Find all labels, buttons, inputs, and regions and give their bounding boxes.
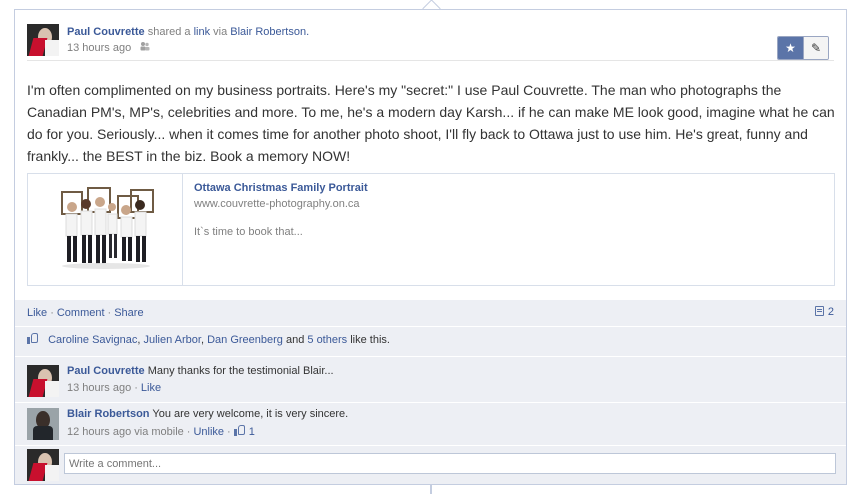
post-time-line: 13 hours ago [67, 42, 150, 54]
liker-name[interactable]: Caroline Savignac [48, 334, 137, 346]
liker-name[interactable]: Julien Arbor [143, 334, 200, 346]
viewer-avatar [27, 449, 59, 481]
link-word[interactable]: link [194, 26, 211, 38]
via-name[interactable]: Blair Robertson. [230, 26, 309, 38]
pencil-icon[interactable]: ✎ [804, 37, 828, 59]
comment-meta: 12 hours ago via mobile · Unlike · 1 [67, 425, 255, 438]
comment-body: Many thanks for the testimonial Blair... [147, 365, 334, 377]
star-icon[interactable]: ★ [778, 37, 804, 59]
feedback-area: Like · Comment · Share 2 Caroline Savignac, … [15, 300, 846, 484]
story-card: Paul Couvrette shared a link via Blair R… [14, 9, 847, 485]
family-portrait-image [28, 174, 182, 285]
comment-time[interactable]: 12 hours ago via mobile [67, 426, 184, 438]
comment-count[interactable]: 2 [814, 306, 834, 318]
comment-composer [27, 449, 836, 485]
comment-input[interactable] [64, 453, 836, 474]
comment-unlike-link[interactable]: Unlike [193, 426, 224, 438]
author-name[interactable]: Paul Couvrette [67, 26, 145, 38]
liker-name[interactable]: Dan Greenberg [207, 334, 283, 346]
share-title[interactable]: Ottawa Christmas Family Portrait [194, 182, 368, 194]
comment-like-link[interactable]: Like [141, 382, 161, 394]
action-links: Like · Comment · Share [27, 307, 144, 319]
author-avatar[interactable] [27, 24, 59, 56]
commenter-name[interactable]: Blair Robertson [67, 408, 150, 420]
comment-count-value: 2 [827, 306, 834, 318]
share-link[interactable]: Share [114, 307, 143, 319]
comment-body: You are very welcome, it is very sincere… [152, 408, 349, 420]
likes-others[interactable]: 5 others [307, 334, 347, 346]
comment-count-icon [814, 306, 824, 316]
post-message: I'm often complimented on my business po… [27, 82, 835, 164]
comment-like-count[interactable]: 1 [233, 425, 255, 438]
comment-text-line: Paul Couvrette Many thanks for the testi… [67, 365, 334, 377]
commenter-name[interactable]: Paul Couvrette [67, 365, 145, 377]
likes-and: and [285, 334, 305, 346]
shared-link-preview[interactable]: Ottawa Christmas Family Portrait www.cou… [27, 173, 835, 286]
shared-text: shared a [147, 26, 191, 38]
like-link[interactable]: Like [27, 307, 47, 319]
share-description: It`s time to book that... [194, 226, 303, 238]
people-icon[interactable] [140, 42, 150, 54]
comment-item: Paul Couvrette Many thanks for the testi… [27, 363, 834, 399]
header-divider [27, 60, 834, 61]
share-url: www.couvrette-photography.on.ca [194, 198, 360, 210]
commenter-avatar[interactable] [27, 365, 59, 397]
likes-sentence: Caroline Savignac, Julien Arbor, Dan Gre… [27, 333, 390, 346]
comment-link[interactable]: Comment [57, 307, 105, 319]
story-header: Paul Couvrette shared a link via Blair R… [27, 24, 837, 60]
story-actions: ★ ✎ [777, 36, 829, 60]
author-line: Paul Couvrette shared a link via Blair R… [67, 26, 309, 38]
thumbs-up-icon [233, 425, 246, 436]
comment-meta: 13 hours ago · Like [67, 382, 162, 394]
via-text: via [213, 26, 228, 38]
comment-like-count-value: 1 [248, 426, 255, 438]
commenter-avatar[interactable] [27, 408, 59, 440]
post-time[interactable]: 13 hours ago [67, 42, 131, 54]
comment-text-line: Blair Robertson You are very welcome, it… [67, 408, 348, 420]
thumbs-up-icon [27, 333, 39, 344]
comment-time[interactable]: 13 hours ago [67, 382, 131, 394]
timeline-spine [430, 485, 432, 494]
comment-item: Blair Robertson You are very welcome, it… [27, 406, 834, 442]
likes-suffix: like this. [350, 334, 390, 346]
share-thumbnail[interactable] [28, 174, 183, 285]
